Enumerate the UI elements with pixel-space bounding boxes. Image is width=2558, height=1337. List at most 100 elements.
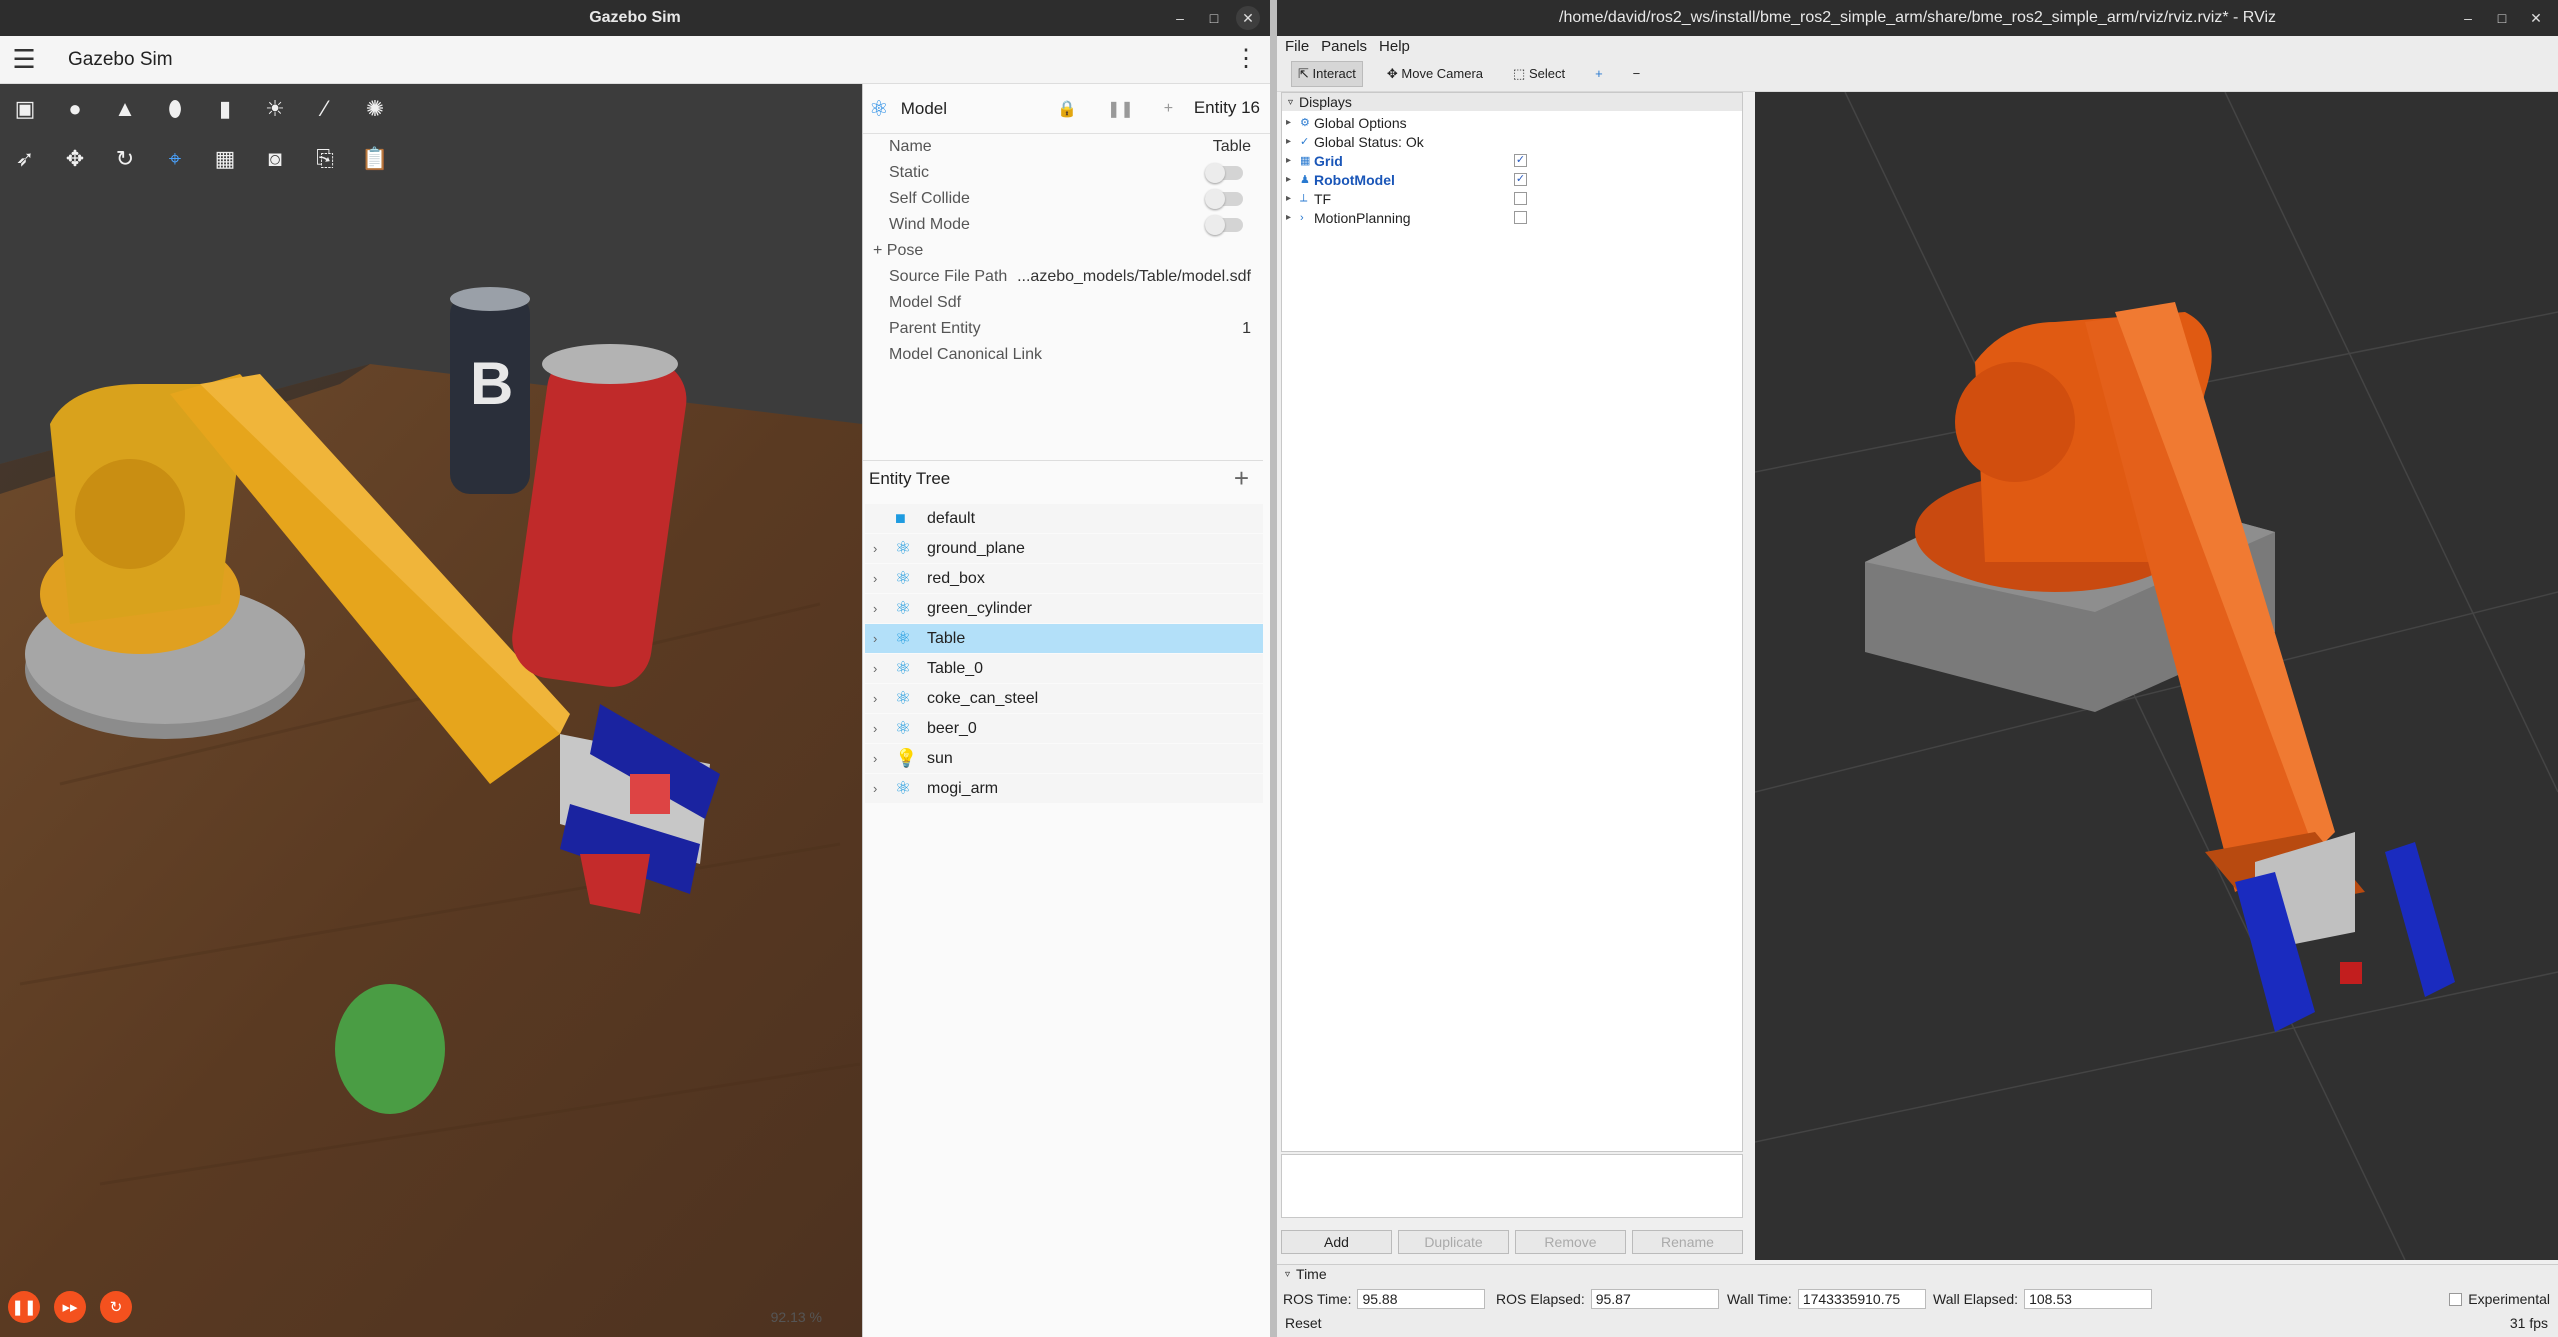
close-icon[interactable]: ✕ bbox=[2524, 6, 2548, 30]
tree-item-default[interactable]: ■ default bbox=[865, 504, 1263, 533]
collapse-icon[interactable]: ▿ bbox=[1285, 1269, 1290, 1280]
experimental-option[interactable]: Experimental bbox=[2449, 1291, 2550, 1307]
tf-checkbox[interactable] bbox=[1514, 192, 1527, 205]
chevron-right-icon[interactable]: › bbox=[873, 541, 889, 556]
camera-icon[interactable]: ◙ bbox=[256, 140, 294, 178]
model-icon: ⚛ bbox=[895, 718, 912, 738]
chevron-right-icon[interactable]: › bbox=[873, 751, 889, 766]
motion-planning-icon: › bbox=[1300, 211, 1304, 224]
rename-button[interactable]: Rename bbox=[1632, 1230, 1743, 1254]
tree-item-table-0[interactable]: › ⚛ Table_0 bbox=[865, 654, 1263, 683]
remove-button[interactable]: Remove bbox=[1515, 1230, 1626, 1254]
minimize-icon[interactable]: – bbox=[2456, 6, 2480, 30]
step-icon[interactable]: ▸▸ bbox=[54, 1291, 86, 1323]
capsule-icon[interactable]: ▮ bbox=[206, 90, 244, 128]
translate-icon[interactable]: ✥ bbox=[56, 140, 94, 178]
hamburger-icon[interactable]: ☰ bbox=[0, 36, 48, 84]
maximize-icon[interactable]: □ bbox=[2490, 6, 2514, 30]
display-robot-model[interactable]: ▸ ♟ RobotModel ✓ bbox=[1282, 170, 1742, 189]
tree-item-beer-0[interactable]: › ⚛ beer_0 bbox=[865, 714, 1263, 743]
display-grid[interactable]: ▸ ▦ Grid ✓ bbox=[1282, 151, 1742, 170]
tool-interact[interactable]: ⇱ Interact bbox=[1291, 60, 1363, 87]
add-icon[interactable]: + bbox=[1164, 100, 1173, 118]
tree-item-red-box[interactable]: › ⚛ red_box bbox=[865, 564, 1263, 593]
more-vert-icon[interactable]: ⋮ bbox=[1234, 44, 1258, 73]
display-global-options[interactable]: ▸ ⚙ Global Options bbox=[1282, 113, 1742, 132]
reset-button[interactable]: Reset bbox=[1285, 1315, 1322, 1331]
grid-checkbox[interactable]: ✓ bbox=[1514, 154, 1527, 167]
select-icon[interactable]: ➶ bbox=[6, 140, 44, 178]
copy-icon[interactable]: ⎘ bbox=[306, 140, 344, 178]
chevron-right-icon[interactable]: › bbox=[873, 721, 889, 736]
tool-move-camera[interactable]: ✥ Move Camera bbox=[1381, 62, 1489, 86]
cylinder-icon[interactable]: ⬮ bbox=[156, 90, 194, 128]
menu-help[interactable]: Help bbox=[1379, 38, 1410, 55]
box-icon[interactable]: ▣ bbox=[6, 90, 44, 128]
display-tf[interactable]: ▸ ⟂ TF bbox=[1282, 189, 1742, 208]
component-inspector-header: ⚛ Model 🔒 ❚❚ + Entity 16 bbox=[863, 84, 1270, 134]
ros-elapsed-value: 95.87 bbox=[1590, 1289, 1719, 1309]
entity-id: Entity 16 bbox=[1193, 98, 1260, 117]
menu-panels[interactable]: Panels bbox=[1321, 38, 1367, 55]
grid-icon[interactable]: ▦ bbox=[206, 140, 244, 178]
duplicate-button[interactable]: Duplicate bbox=[1398, 1230, 1509, 1254]
chevron-right-icon[interactable]: › bbox=[873, 571, 889, 586]
static-toggle[interactable] bbox=[1205, 163, 1243, 183]
wall-elapsed-value: 108.53 bbox=[2024, 1289, 2153, 1309]
self-collide-toggle[interactable] bbox=[1205, 189, 1243, 209]
expand-icon[interactable]: ▸ bbox=[1286, 117, 1296, 128]
motion-planning-checkbox[interactable] bbox=[1514, 211, 1527, 224]
close-icon[interactable]: ✕ bbox=[1236, 6, 1260, 30]
add-entity-icon[interactable]: + bbox=[1234, 463, 1249, 494]
chevron-right-icon[interactable]: › bbox=[873, 781, 889, 796]
expand-icon[interactable]: ▸ bbox=[1286, 136, 1296, 147]
paste-icon[interactable]: 📋 bbox=[356, 140, 394, 178]
pause-update-icon[interactable]: ❚❚ bbox=[1107, 99, 1134, 119]
displays-panel: ▿ Displays ▸ ⚙ Global Options ▸ ✓ Global… bbox=[1281, 92, 1743, 1152]
tree-item-green-cylinder[interactable]: › ⚛ green_cylinder bbox=[865, 594, 1263, 623]
add-tool-icon[interactable]: + bbox=[1589, 62, 1609, 85]
tree-item-table[interactable]: › ⚛ Table bbox=[865, 624, 1263, 653]
chevron-right-icon[interactable]: › bbox=[873, 691, 889, 706]
chevron-right-icon[interactable]: › bbox=[873, 631, 889, 646]
collapse-icon[interactable]: ▿ bbox=[1288, 97, 1293, 108]
reset-icon[interactable]: ↻ bbox=[100, 1291, 132, 1323]
gazebo-3d-scene[interactable]: B ▣ ● ▲ ⬮ ▮ ☀ ⁄ ✺ ➶ ✥ ↻ ⌖ ▦ ◙ ⎘ 📋 ❚❚ ▸▸ … bbox=[0, 84, 862, 1337]
remove-tool-icon[interactable]: − bbox=[1627, 62, 1647, 85]
sun-icon[interactable]: ☀ bbox=[256, 90, 294, 128]
sphere-icon[interactable]: ● bbox=[56, 90, 94, 128]
directional-light-icon[interactable]: ⁄ bbox=[306, 90, 344, 128]
chevron-right-icon[interactable]: › bbox=[873, 661, 889, 676]
window-splitter[interactable] bbox=[1270, 0, 1277, 1337]
prop-pose[interactable]: + Pose bbox=[863, 238, 1263, 264]
add-button[interactable]: Add bbox=[1281, 1230, 1392, 1254]
lock-icon[interactable]: 🔒 bbox=[1057, 99, 1077, 119]
experimental-checkbox[interactable] bbox=[2449, 1292, 2463, 1306]
tree-item-mogi-arm[interactable]: › ⚛ mogi_arm bbox=[865, 774, 1263, 803]
prop-static: Static bbox=[863, 160, 1263, 186]
rviz-3d-view[interactable] bbox=[1755, 92, 2558, 1260]
wind-mode-toggle[interactable] bbox=[1205, 215, 1243, 235]
tool-select[interactable]: ⬚ Select bbox=[1507, 62, 1571, 86]
tree-item-sun[interactable]: › 💡 sun bbox=[865, 744, 1263, 773]
tree-item-coke-can-steel[interactable]: › ⚛ coke_can_steel bbox=[865, 684, 1263, 713]
robot-model-checkbox[interactable]: ✓ bbox=[1514, 173, 1527, 186]
display-motion-planning[interactable]: ▸ › MotionPlanning bbox=[1282, 208, 1742, 227]
cone-icon[interactable]: ▲ bbox=[106, 90, 144, 128]
chevron-right-icon[interactable]: › bbox=[873, 601, 889, 616]
expand-icon[interactable]: ▸ bbox=[1286, 212, 1296, 223]
minimize-icon[interactable]: – bbox=[1168, 6, 1192, 30]
scene-render: B bbox=[0, 84, 862, 1337]
spot-light-icon[interactable]: ✺ bbox=[356, 90, 394, 128]
rotate-icon[interactable]: ↻ bbox=[106, 140, 144, 178]
tree-item-ground-plane[interactable]: › ⚛ ground_plane bbox=[865, 534, 1263, 563]
expand-icon[interactable]: ▸ bbox=[1286, 155, 1296, 166]
fps-counter: 31 fps bbox=[2509, 1315, 2548, 1331]
maximize-icon[interactable]: □ bbox=[1202, 6, 1226, 30]
menu-file[interactable]: File bbox=[1285, 38, 1309, 55]
pause-icon[interactable]: ❚❚ bbox=[8, 1291, 40, 1323]
display-global-status[interactable]: ▸ ✓ Global Status: Ok bbox=[1282, 132, 1742, 151]
expand-icon[interactable]: ▸ bbox=[1286, 174, 1296, 185]
snap-icon[interactable]: ⌖ bbox=[156, 140, 194, 178]
expand-icon[interactable]: ▸ bbox=[1286, 193, 1296, 204]
